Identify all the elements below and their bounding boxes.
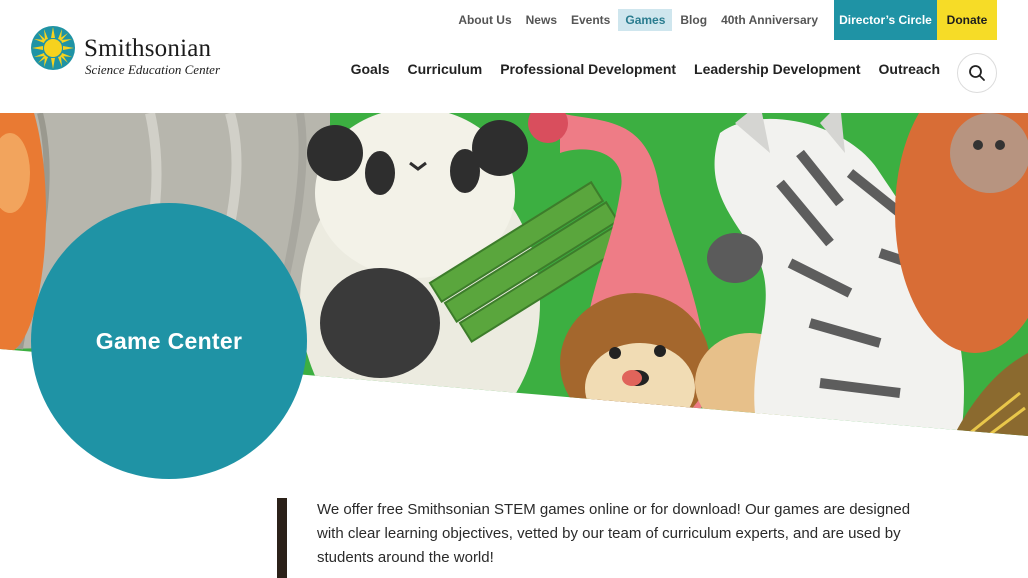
- donate-button[interactable]: Donate: [937, 0, 997, 40]
- hero-title-circle: Game Center: [31, 203, 307, 479]
- nav-link-leadership-development[interactable]: Leadership Development: [694, 61, 861, 77]
- utility-link-about-us[interactable]: About Us: [458, 13, 511, 27]
- sun-logo-icon: [31, 26, 75, 70]
- nav-link-goals[interactable]: Goals: [351, 61, 390, 77]
- nav-link-outreach[interactable]: Outreach: [879, 61, 940, 77]
- utility-link-40th-anniversary[interactable]: 40th Anniversary: [721, 13, 818, 27]
- page-title: Game Center: [95, 327, 243, 354]
- site-header: Smithsonian Science Education Center Abo…: [0, 0, 1028, 113]
- search-icon: [969, 65, 985, 81]
- directors-circle-button[interactable]: Director’s Circle: [834, 0, 937, 40]
- nav-link-professional-development[interactable]: Professional Development: [500, 61, 676, 77]
- search-button[interactable]: [957, 53, 997, 93]
- utility-link-events[interactable]: Events: [571, 13, 610, 27]
- main-nav: Goals Curriculum Professional Developmen…: [333, 61, 940, 77]
- utility-link-games[interactable]: Games: [618, 9, 673, 31]
- logo-name: Smithsonian: [84, 35, 212, 62]
- logo-subtitle: Science Education Center: [85, 62, 221, 77]
- intro-paragraph: We offer free Smithsonian STEM games onl…: [317, 501, 911, 566]
- utility-nav: About Us News Events Games Blog 40th Ann…: [444, 0, 997, 40]
- utility-link-blog[interactable]: Blog: [680, 13, 707, 27]
- utility-link-news[interactable]: News: [526, 13, 557, 27]
- nav-link-curriculum[interactable]: Curriculum: [408, 61, 483, 77]
- smithsonian-logo-link[interactable]: Smithsonian Science Education Center: [30, 25, 230, 77]
- intro-accent-bar: [277, 498, 287, 578]
